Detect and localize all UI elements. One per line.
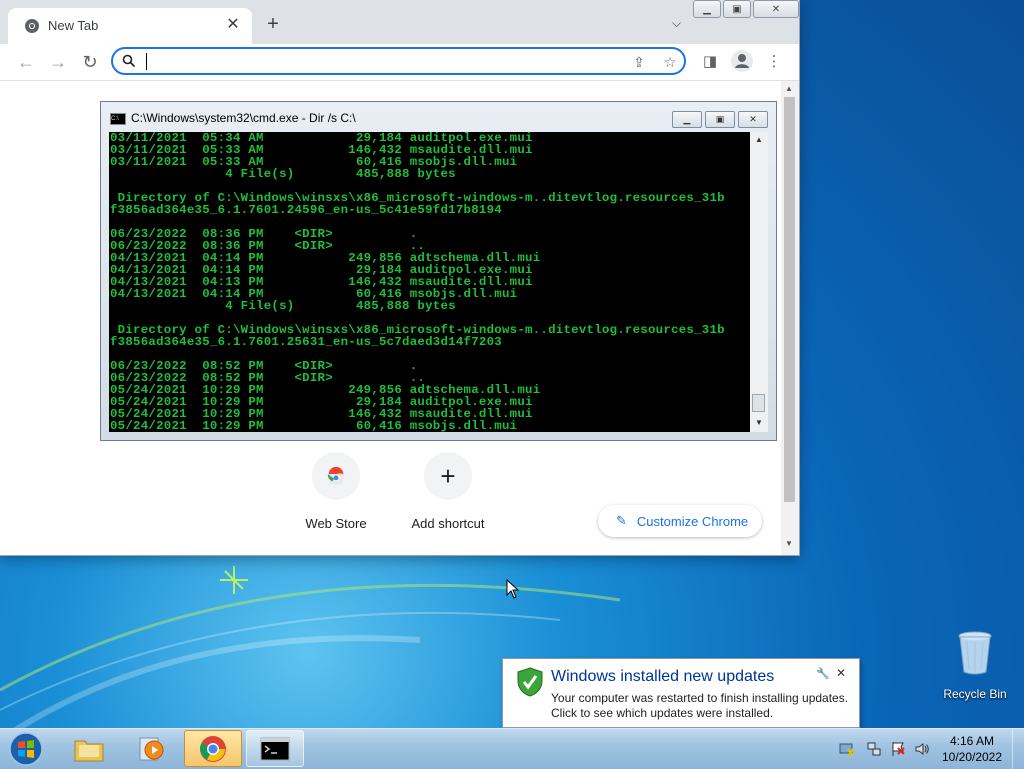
browser-toolbar: ← → ↻ ⇪ ☆ ◨ ⋮ <box>0 44 799 81</box>
tab-new-tab[interactable]: New Tab ✕ <box>8 8 252 44</box>
reload-icon[interactable]: ↻ <box>78 50 102 74</box>
options-wrench-icon[interactable]: 🔧 <box>816 667 830 680</box>
recycle-bin[interactable]: Recycle Bin <box>942 630 1008 701</box>
chrome-titlebar[interactable]: New Tab ✕ + ⌵ ▁ ▣ ✕ <box>0 0 799 44</box>
windows-explorer-icon <box>74 740 104 761</box>
notification-title: Windows installed new updates <box>551 668 775 685</box>
share-icon[interactable]: ⇪ <box>630 53 648 71</box>
recycle-bin-icon <box>958 631 992 675</box>
console-output: 03/11/2021 05:34 AM 29,184 auditpol.exe.… <box>110 132 725 432</box>
cmd-title: C:\Windows\system32\cmd.exe - Dir /s C:\ <box>131 111 356 125</box>
clock-date: 10/20/2022 <box>941 750 1003 764</box>
chrome-favicon-icon <box>25 19 39 33</box>
notification-line-1: Your computer was restarted to finish in… <box>551 691 849 705</box>
close-button[interactable]: ✕ <box>753 0 799 18</box>
customize-chrome-label: Customize Chrome <box>636 513 749 529</box>
cmd-app-icon: C:\ <box>110 113 126 125</box>
cmd-close-button[interactable]: ✕ <box>738 111 768 128</box>
forward-arrow-icon[interactable]: → <box>46 50 70 74</box>
clock-time: 4:16 AM <box>949 734 995 748</box>
shortcut-label: Web Store <box>305 516 367 531</box>
maximize-button[interactable]: ▣ <box>723 0 751 18</box>
taskbar-explorer[interactable] <box>60 730 118 767</box>
new-tab-button[interactable]: + <box>263 14 283 34</box>
text-caret <box>146 53 147 70</box>
scroll-up-arrow-icon[interactable]: ▲ <box>785 84 793 93</box>
cmd-maximize-button[interactable]: ▣ <box>705 111 735 128</box>
windows-update-tray-icon[interactable] <box>838 741 854 757</box>
network-icon[interactable] <box>866 741 882 757</box>
window-controls: ▁ ▣ ✕ <box>693 0 799 20</box>
action-center-flag-icon[interactable] <box>890 741 906 757</box>
address-bar[interactable]: ⇪ ☆ <box>111 47 686 75</box>
address-input[interactable] <box>145 52 599 72</box>
command-prompt-icon <box>260 737 290 760</box>
shortcut-label: Add shortcut <box>411 516 485 531</box>
shortcut-add[interactable]: + Add shortcut <box>393 452 503 531</box>
start-button-windows-icon[interactable] <box>6 731 46 767</box>
customize-chrome-button[interactable]: ✎ Customize Chrome <box>598 505 762 537</box>
mouse-pointer-icon <box>506 579 520 599</box>
shield-check-icon <box>517 667 543 697</box>
scrollbar-thumb[interactable] <box>784 97 795 502</box>
cmd-window-controls: ▁ ▣ ✕ <box>672 111 768 128</box>
cmd-console[interactable]: 03/11/2021 05:34 AM 29,184 auditpol.exe.… <box>109 132 750 432</box>
taskbar-clock[interactable]: 4:16 AM 10/20/2022 <box>940 733 1004 765</box>
plus-icon: + <box>424 452 472 500</box>
bookmark-star-icon[interactable]: ☆ <box>661 53 679 71</box>
minimize-button[interactable]: ▁ <box>693 0 721 18</box>
taskbar-media-player[interactable] <box>122 730 180 767</box>
tab-close-icon[interactable]: ✕ <box>224 16 242 34</box>
update-notification-balloon[interactable]: Windows installed new updates Your compu… <box>502 658 860 728</box>
scroll-down-arrow-icon[interactable]: ▼ <box>755 418 763 427</box>
cmd-window: C:\ C:\Windows\system32\cmd.exe - Dir /s… <box>100 101 777 441</box>
side-panel-icon[interactable]: ◨ <box>700 52 720 72</box>
scroll-up-arrow-icon[interactable]: ▲ <box>755 135 763 144</box>
page-scrollbar[interactable]: ▲ ▼ <box>781 81 799 555</box>
search-icon <box>122 54 136 68</box>
show-desktop-button[interactable] <box>1012 729 1024 769</box>
back-arrow-icon[interactable]: ← <box>14 50 38 74</box>
scrollbar-thumb[interactable] <box>752 394 765 412</box>
cmd-scrollbar[interactable]: ▲ ▼ <box>750 132 768 432</box>
media-player-icon <box>139 737 164 760</box>
taskbar-cmd[interactable] <box>246 730 304 767</box>
notification-line-2: Click to see which updates were installe… <box>551 706 774 720</box>
tab-title: New Tab <box>48 18 99 33</box>
scroll-down-arrow-icon[interactable]: ▼ <box>785 539 793 548</box>
recycle-bin-label: Recycle Bin <box>943 687 1007 701</box>
profile-avatar-icon[interactable] <box>731 50 753 72</box>
menu-kebab-icon[interactable]: ⋮ <box>764 52 784 72</box>
chrome-web-store-icon <box>312 452 360 500</box>
cmd-minimize-button[interactable]: ▁ <box>672 111 702 128</box>
notification-close-icon[interactable]: ✕ <box>836 666 846 680</box>
tab-search-chevron-icon[interactable]: ⌵ <box>672 16 681 31</box>
taskbar: 4:16 AM 10/20/2022 <box>0 728 1024 769</box>
shortcut-web-store[interactable]: Web Store <box>281 452 391 531</box>
pencil-icon: ✎ <box>616 513 627 528</box>
chrome-icon <box>200 735 226 762</box>
cmd-titlebar[interactable]: C:\ C:\Windows\system32\cmd.exe - Dir /s… <box>101 102 776 132</box>
taskbar-chrome[interactable] <box>184 730 242 767</box>
volume-icon[interactable] <box>914 741 930 757</box>
